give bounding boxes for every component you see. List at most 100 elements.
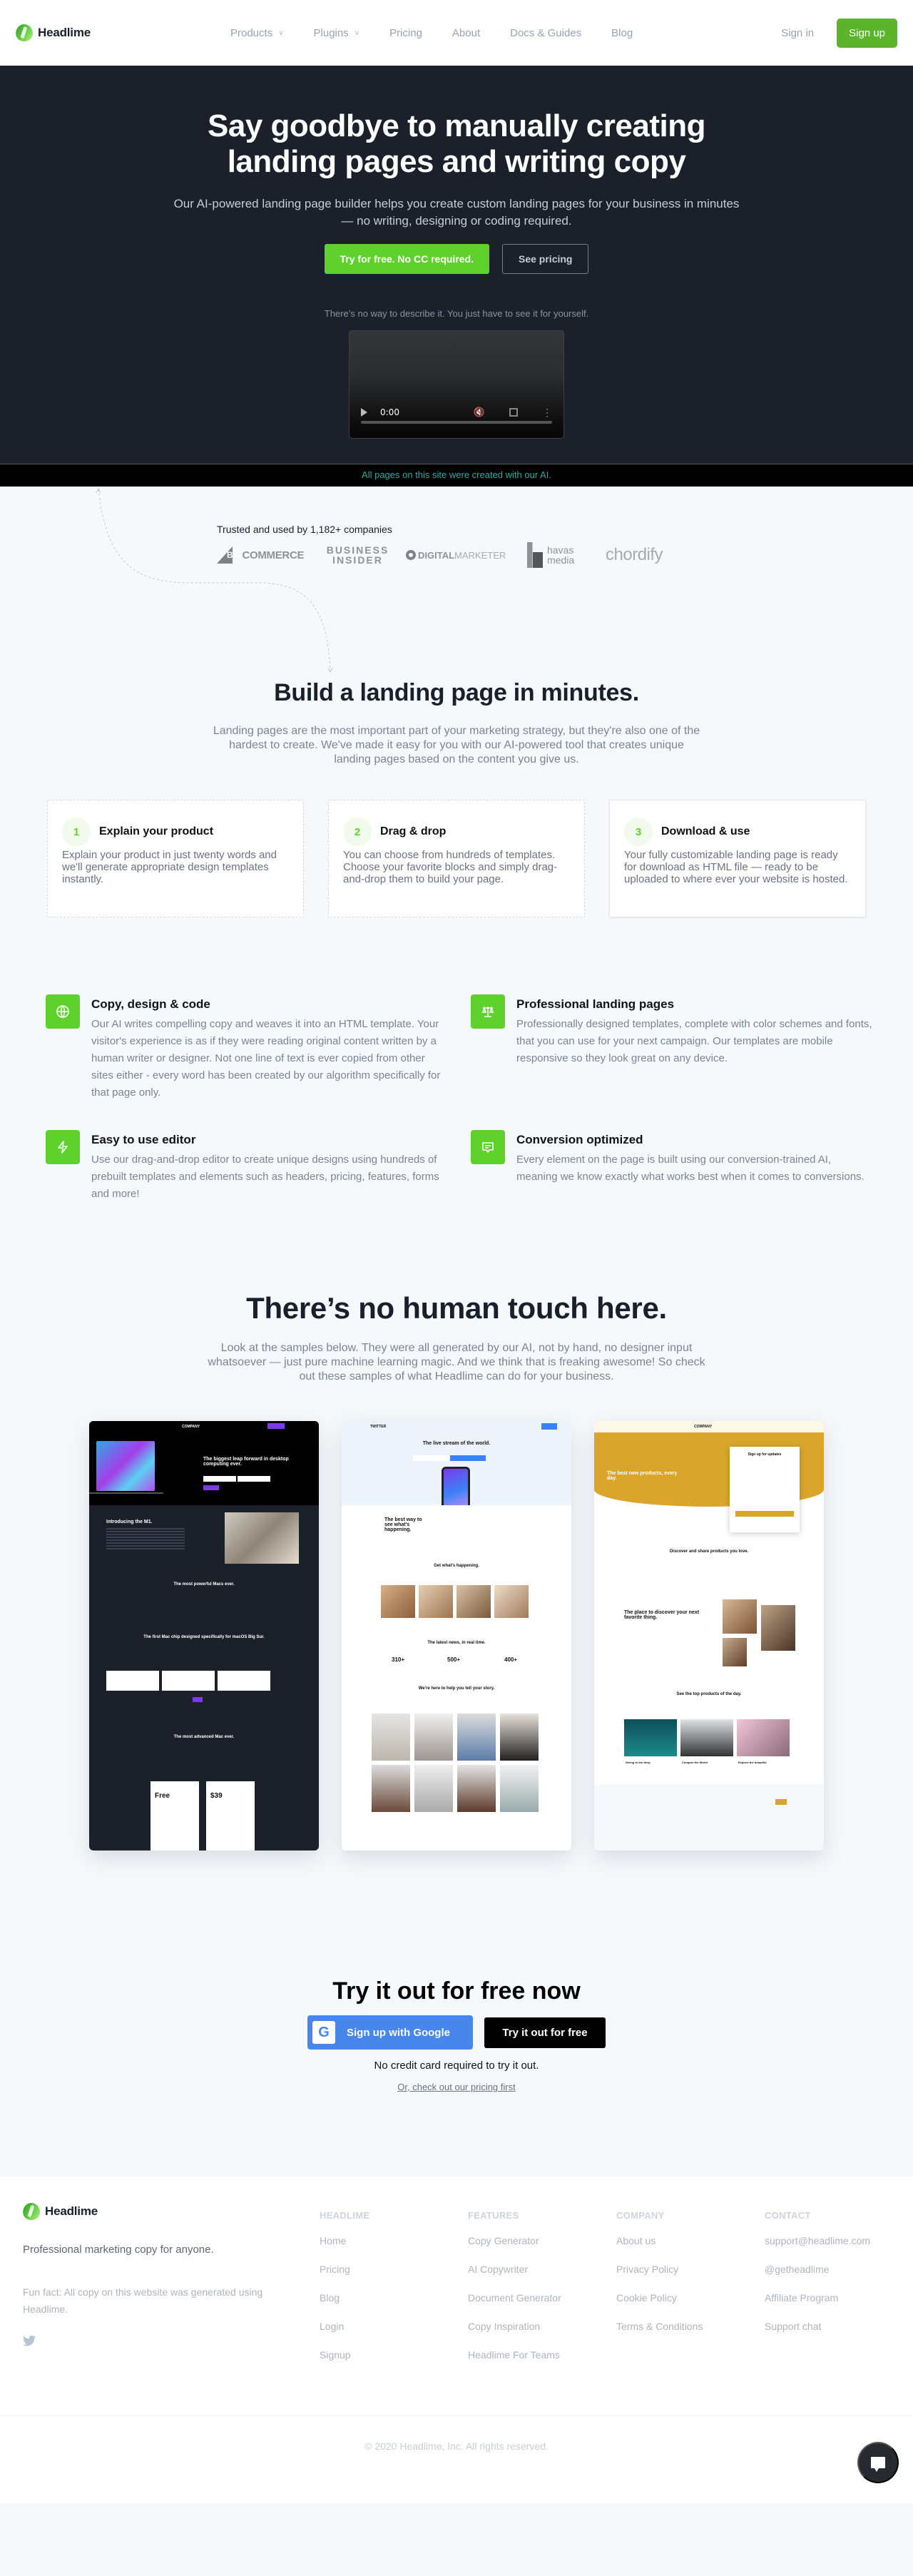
- sample-stat: 400+: [504, 1656, 518, 1663]
- footer-fun-fact: Fun fact: All copy on this website was g…: [23, 2286, 263, 2315]
- sample-section-title: The latest news, in real time.: [427, 1641, 486, 1645]
- nav-pricing[interactable]: Pricing: [389, 27, 422, 39]
- footer-link-pricing[interactable]: Pricing: [320, 2264, 369, 2292]
- samples-subtitle: Look at the samples below. They were all…: [208, 1342, 705, 1383]
- footer-heading: FEATURES: [468, 2210, 519, 2221]
- footer-tagline: Professional marketing copy for anyone.: [23, 2244, 214, 2256]
- sample-photo: [723, 1599, 757, 1634]
- sample-portrait: [500, 1714, 539, 1761]
- sample-cta: [450, 1455, 486, 1461]
- samples-title: There’s no human touch here.: [246, 1291, 667, 1325]
- pricing-link[interactable]: Or, check out our pricing first: [397, 2082, 515, 2092]
- sample-section-title: Get what's happening.: [434, 1564, 479, 1568]
- footer-link-teams[interactable]: Headlime For Teams: [468, 2349, 561, 2378]
- step-number: 1: [62, 818, 91, 846]
- nav-docs[interactable]: Docs & Guides: [510, 27, 581, 39]
- business-insider-line1: BUSINESS: [326, 544, 389, 556]
- sample-subscribe-button: [775, 1799, 787, 1805]
- features-grid: Copy, design & code Our AI writes compel…: [0, 994, 913, 1203]
- step-description: You can choose from hundreds of template…: [343, 849, 558, 885]
- nav-blog[interactable]: Blog: [611, 27, 633, 39]
- footer-link-twitter-handle[interactable]: @getheadlime: [765, 2264, 870, 2292]
- step-title: Download & use: [661, 825, 750, 838]
- muted-icon[interactable]: 🔇: [474, 407, 485, 418]
- step-number: 2: [343, 818, 372, 846]
- feature-title: Copy, design & code: [91, 997, 210, 1011]
- google-signup-button[interactable]: G Sign up with Google: [307, 2015, 473, 2050]
- footer-link-signup[interactable]: Signup: [320, 2349, 369, 2378]
- step-title: Explain your product: [99, 825, 214, 838]
- footer-link-terms[interactable]: Terms & Conditions: [616, 2321, 703, 2349]
- sample-nav-button: [541, 1423, 557, 1430]
- footer: Headlime Professional marketing copy for…: [0, 2177, 913, 2503]
- sample-brand: TWITTER: [370, 1425, 387, 1429]
- logo-link[interactable]: Headlime: [14, 23, 91, 43]
- nav-plugins[interactable]: Plugins ∨: [314, 27, 360, 39]
- sign-up-button[interactable]: Sign up: [837, 18, 897, 48]
- see-pricing-button[interactable]: See pricing: [502, 244, 589, 274]
- step-header: 2 Drag & drop: [343, 818, 570, 846]
- sample-section-title: The best way to see what's happening.: [384, 1517, 422, 1532]
- try-free-button[interactable]: Try it out for free: [484, 2017, 606, 2048]
- lightning-icon: [46, 1130, 80, 1164]
- footer-link-blog[interactable]: Blog: [320, 2292, 369, 2321]
- hero-buttons: Try for free. No CC required. See pricin…: [0, 244, 913, 274]
- play-icon[interactable]: [361, 408, 367, 417]
- sample-portrait: [457, 1765, 496, 1812]
- footer-link-about[interactable]: About us: [616, 2235, 703, 2264]
- footer-link-ai-copywriter[interactable]: AI Copywriter: [468, 2264, 561, 2292]
- ai-banner: All pages on this site were created with…: [0, 464, 913, 487]
- sample-portrait: [414, 1765, 453, 1812]
- feature-body: Professional landing pages Professionall…: [516, 994, 873, 1101]
- sample-card: [106, 1671, 159, 1691]
- footer-link-email[interactable]: support@headlime.com: [765, 2235, 870, 2264]
- footer-link-login[interactable]: Login: [320, 2321, 369, 2349]
- google-signup-label: Sign up with Google: [347, 2026, 450, 2039]
- footer-link-support-chat[interactable]: Support chat: [765, 2321, 870, 2349]
- footer-logo[interactable]: Headlime: [21, 2201, 98, 2221]
- footer-divider: [0, 2415, 913, 2416]
- sample-page-light[interactable]: TWITTER The live stream of the world. Th…: [342, 1421, 571, 1850]
- sample-gallery: COMPANY The biggest leap forward in desk…: [0, 1421, 913, 1850]
- demo-video-player[interactable]: 0:00 🔇 ⋮: [349, 330, 564, 439]
- footer-link-affiliate[interactable]: Affiliate Program: [765, 2292, 870, 2321]
- sample-page-yellow[interactable]: COMPANY The best new products, every day…: [594, 1421, 824, 1850]
- twitter-icon[interactable]: [23, 2335, 36, 2350]
- main-nav: Products ∨ Plugins ∨ Pricing About Docs & …: [230, 27, 663, 39]
- sample-photo: [723, 1638, 747, 1666]
- try-free-button[interactable]: Try for free. No CC required.: [324, 244, 489, 274]
- gear-icon: [406, 550, 416, 560]
- sample-hero-title: The best new products, every day.: [607, 1471, 678, 1481]
- sample-nav-button: [267, 1423, 285, 1429]
- footer-link-cookie[interactable]: Cookie Policy: [616, 2292, 703, 2321]
- footer-link-home[interactable]: Home: [320, 2235, 369, 2264]
- sample-portrait: [500, 1765, 539, 1812]
- chat-widget-button[interactable]: [857, 2442, 899, 2483]
- digital-marketer-thin: MARKETER: [454, 549, 506, 561]
- nav-products-label: Products: [230, 26, 273, 39]
- footer-link-copy-generator[interactable]: Copy Generator: [468, 2235, 561, 2264]
- footer-link-privacy[interactable]: Privacy Policy: [616, 2264, 703, 2292]
- fullscreen-icon[interactable]: [509, 408, 518, 417]
- trusted-label: Trusted and used by 1,182+ companies: [217, 524, 392, 535]
- video-progress-bar[interactable]: [361, 421, 552, 424]
- sample-page-dark[interactable]: COMPANY The biggest leap forward in desk…: [89, 1421, 319, 1850]
- footer-link-document-generator[interactable]: Document Generator: [468, 2292, 561, 2321]
- more-vertical-icon[interactable]: ⋮: [542, 407, 552, 417]
- nav-about[interactable]: About: [452, 27, 480, 39]
- cta-title: Try it out for free now: [332, 1977, 581, 2005]
- sample-input: [203, 1476, 236, 1482]
- sample-card-image: [680, 1719, 733, 1756]
- message-icon: [471, 1130, 505, 1164]
- sample-stat: 310+: [392, 1656, 405, 1663]
- sample-photo: [381, 1585, 415, 1618]
- chevron-down-icon: ∨: [278, 29, 284, 37]
- bigcommerce-logo-big: BIG: [227, 550, 242, 560]
- step-header: 3 Download & use: [624, 818, 851, 846]
- sample-laptop-base: [89, 1492, 163, 1494]
- globe-icon: [46, 994, 80, 1029]
- nav-products[interactable]: Products ∨: [230, 27, 284, 39]
- feature-item: Conversion optimized Every element on th…: [471, 1130, 870, 1203]
- footer-link-copy-inspiration[interactable]: Copy Inspiration: [468, 2321, 561, 2349]
- sign-in-link[interactable]: Sign in: [781, 27, 814, 39]
